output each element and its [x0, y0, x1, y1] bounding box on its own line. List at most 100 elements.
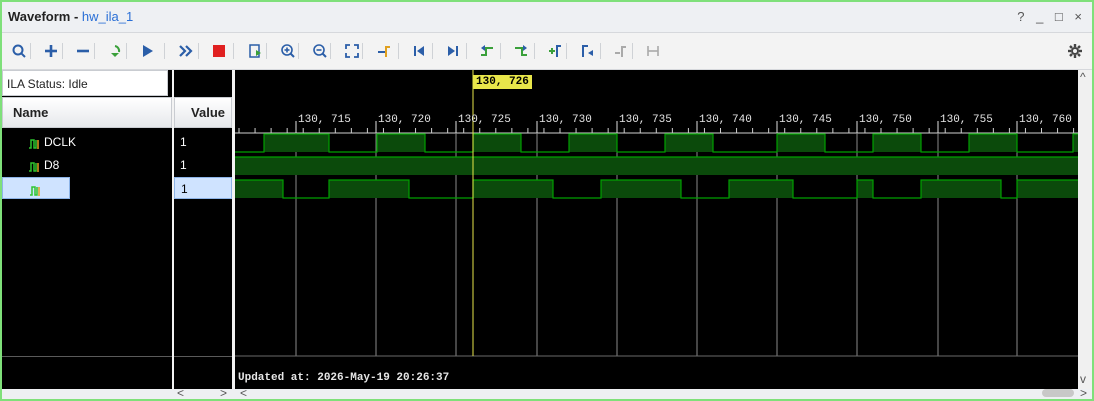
signal-row-dclk[interactable]: DCLK [2, 131, 162, 153]
play-icon [143, 45, 153, 57]
time-tick-label: 130, 760 [1019, 114, 1072, 126]
remove-button[interactable] [72, 40, 94, 62]
d8-high-segment [235, 157, 1078, 175]
value-scroll-left-icon[interactable]: < [177, 386, 184, 399]
signal-row-d8[interactable]: D8 [2, 154, 162, 176]
skip-end-icon [448, 46, 458, 56]
swap-cursor-icon [647, 46, 659, 56]
value-scroll-right-icon[interactable]: > [220, 386, 227, 399]
export-button[interactable] [244, 40, 266, 62]
signal-row-fclk[interactable]: FCLK [2, 177, 70, 218]
refresh-icon [111, 45, 121, 57]
horizontal-scrollbar[interactable]: < > < > [2, 386, 1092, 399]
time-tick-label: 130, 725 [458, 114, 511, 126]
cursor-time-label[interactable]: 130, 726 [473, 75, 532, 89]
previous-transition-button[interactable] [476, 40, 498, 62]
fclk-high-segment [473, 180, 553, 198]
time-tick-label: 130, 750 [859, 114, 912, 126]
toolbar [2, 33, 1092, 70]
name-panel: ILA Status: Idle Name DCLK D8 FCLK [2, 70, 172, 389]
dclk-high-segment [264, 134, 329, 152]
window-title-prefix: Waveform - [8, 9, 82, 24]
go-to-cursor-button[interactable] [373, 40, 395, 62]
dclk-high-segment [969, 134, 1017, 152]
search-icon [12, 44, 26, 58]
settings-button[interactable] [1064, 40, 1086, 62]
dclk-high-segment [777, 134, 825, 152]
zoom-in-button[interactable] [277, 40, 299, 62]
signal-name: D8 [44, 158, 60, 172]
fclk-high-segment [857, 180, 873, 198]
signal-icon [28, 159, 42, 173]
gear-icon [1068, 44, 1082, 58]
fclk-high-segment [921, 180, 1001, 198]
zoom-in-icon [281, 44, 295, 58]
go-to-end-button[interactable] [442, 40, 464, 62]
scroll-up-icon[interactable]: ^ [1080, 70, 1086, 84]
run-trigger-continuous-button[interactable] [174, 40, 196, 62]
updated-timestamp: Updated at: 2026-May-19 20:26:37 [238, 372, 450, 384]
ila-link[interactable]: hw_ila_1 [82, 9, 133, 24]
prev-marker-icon [582, 45, 593, 57]
dclk-high-segment [569, 134, 617, 152]
search-button[interactable] [8, 40, 30, 62]
fast-forward-icon [179, 45, 193, 57]
time-tick-label: 130, 745 [779, 114, 832, 126]
fclk-high-segment [1017, 180, 1078, 198]
scroll-down-icon[interactable]: v [1080, 372, 1086, 386]
stop-button[interactable] [208, 40, 230, 62]
wave-scroll-right-icon[interactable]: > [1080, 386, 1087, 399]
next-marker-button[interactable] [610, 40, 632, 62]
zoom-out-icon [313, 44, 327, 58]
name-column-header[interactable]: Name [2, 97, 172, 128]
signal-value-d8[interactable]: 1 [174, 154, 232, 176]
next-transition-icon [515, 45, 527, 56]
signal-name: FCLK [3, 204, 34, 218]
zoom-fit-button[interactable] [341, 40, 363, 62]
run-trigger-button[interactable] [136, 40, 158, 62]
fclk-high-segment [235, 180, 283, 198]
title-bar: Waveform - hw_ila_1 ? _ □ × [2, 2, 1092, 33]
waveform-window: Waveform - hw_ila_1 ? _ □ × ILA Status: … [0, 0, 1094, 401]
value-column-header[interactable]: Value [174, 97, 232, 128]
fclk-high-segment [729, 180, 793, 198]
waveform-view[interactable]: 130, 715 130, 720 130, 725 130, 730 130, 735… [235, 70, 1078, 389]
time-tick-label: 130, 720 [378, 114, 431, 126]
minus-icon [77, 49, 89, 53]
ila-status: ILA Status: Idle [2, 70, 168, 96]
signal-icon [29, 183, 43, 197]
add-marker-icon [549, 45, 561, 57]
time-tick-label: 130, 715 [298, 114, 351, 126]
run-trigger-immediate-button[interactable] [104, 40, 126, 62]
fclk-high-segment [329, 180, 409, 198]
plus-icon [45, 45, 57, 57]
signal-name: DCLK [44, 135, 77, 149]
time-tick-label: 130, 755 [940, 114, 993, 126]
wave-scroll-left-icon[interactable]: < [240, 386, 247, 399]
dclk-trace [235, 133, 1078, 153]
fclk-high-segment [601, 180, 681, 198]
add-button[interactable] [40, 40, 62, 62]
time-tick-label: 130, 730 [539, 114, 592, 126]
export-icon [249, 44, 261, 58]
scroll-thumb[interactable] [1042, 389, 1074, 397]
signal-icon [28, 136, 42, 150]
swap-cursors-button[interactable] [642, 40, 664, 62]
add-marker-button[interactable] [544, 40, 566, 62]
vertical-scrollbar[interactable]: ^ v [1078, 70, 1092, 389]
window-controls[interactable]: ? _ □ × [1017, 9, 1086, 24]
go-to-start-button[interactable] [408, 40, 430, 62]
skip-start-icon [414, 46, 424, 56]
next-marker-icon [615, 46, 626, 57]
dclk-high-segment [873, 134, 921, 152]
signal-value-dclk[interactable]: 1 [174, 131, 232, 153]
signal-value-fclk[interactable]: 1 [174, 177, 232, 199]
next-transition-button[interactable] [510, 40, 532, 62]
previous-marker-button[interactable] [576, 40, 598, 62]
prev-transition-icon [481, 45, 493, 56]
zoom-out-button[interactable] [309, 40, 331, 62]
dclk-high-segment [473, 134, 521, 152]
value-panel: Value 111 [174, 70, 232, 389]
time-tick-label: 130, 740 [699, 114, 752, 126]
zoom-fit-icon [345, 44, 359, 58]
